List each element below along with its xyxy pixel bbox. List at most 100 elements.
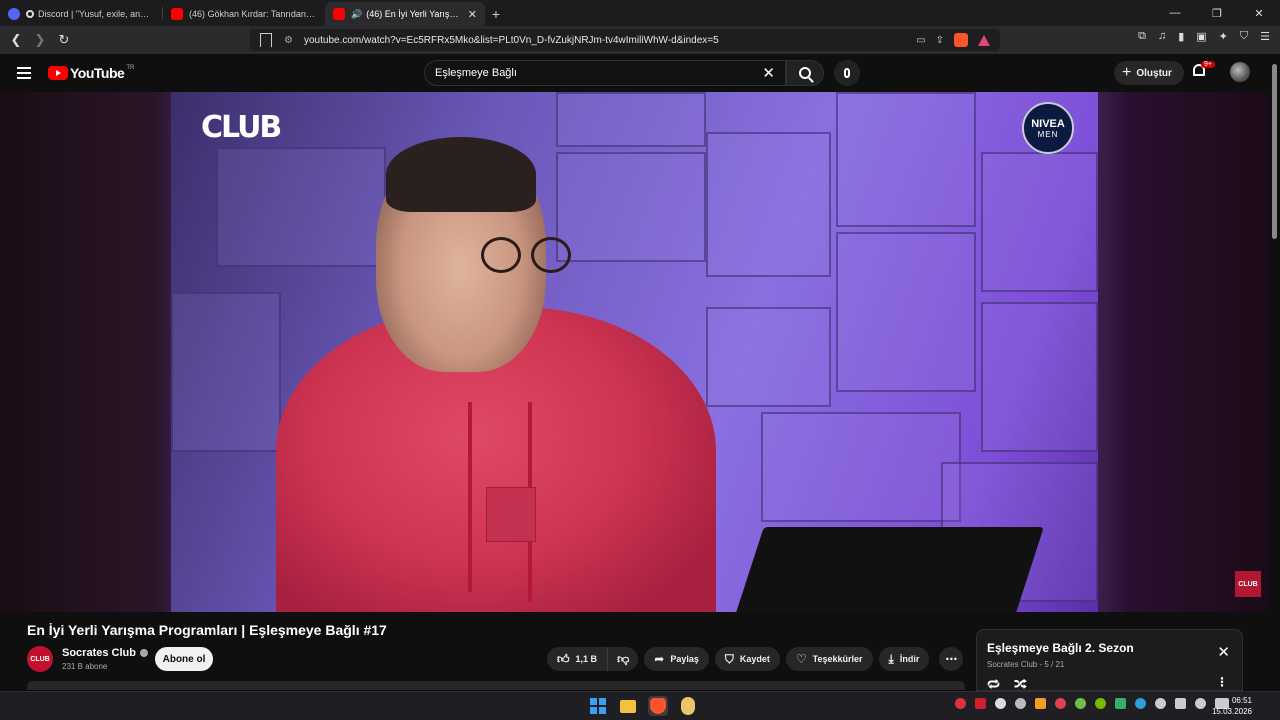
- description-box[interactable]: [27, 681, 965, 690]
- nvidia-icon[interactable]: [1095, 698, 1106, 709]
- tray-app-icon[interactable]: [995, 698, 1006, 709]
- tab-label: (46) Gökhan Kırdar: Tanrıdan Diledim: [189, 9, 317, 19]
- brave-shields-icon[interactable]: [954, 33, 968, 47]
- discord-icon: [8, 8, 20, 20]
- sponsor-bottom-text: MEN: [1037, 129, 1059, 139]
- speaker-icon[interactable]: 🔊: [351, 9, 362, 20]
- tray-app-icon[interactable]: [975, 698, 986, 709]
- wall-tile: [981, 152, 1098, 292]
- scrollbar-thumb[interactable]: [1272, 64, 1277, 239]
- channel-avatar[interactable]: CLUB: [27, 646, 53, 672]
- tray-app-icon[interactable]: [1035, 698, 1046, 709]
- music-icon[interactable]: ♫: [1158, 30, 1166, 43]
- wall-tile: [556, 92, 706, 147]
- notifications-button[interactable]: 9+: [1193, 61, 1215, 80]
- like-count: 1,1 B: [575, 654, 598, 664]
- window-controls: — ❐ ✕: [1154, 0, 1280, 26]
- taskbar-clock[interactable]: 06:51 15.03.2026: [1212, 695, 1252, 717]
- tab-discord[interactable]: Discord | "Yusuf, exile, andisya b: [0, 2, 162, 26]
- app-button[interactable]: [678, 696, 698, 716]
- tray-app-icon[interactable]: [1015, 698, 1026, 709]
- download-label: İndir: [899, 654, 920, 664]
- wallet-icon[interactable]: ▣: [1196, 30, 1206, 43]
- minimize-button[interactable]: —: [1154, 0, 1196, 26]
- vpn-shield-icon[interactable]: ⛉: [1240, 30, 1248, 43]
- tray-app-icon[interactable]: [1055, 698, 1066, 709]
- cast-icon[interactable]: ▭: [916, 35, 925, 46]
- channel-name-text[interactable]: Socrates Club: [62, 647, 136, 659]
- club-watermark: CLUB: [201, 110, 282, 145]
- clear-search-icon[interactable]: ✕: [762, 64, 775, 82]
- playlist-more-icon[interactable]: ⋮: [1216, 675, 1228, 689]
- clock-date: 15.03.2026: [1211, 707, 1252, 716]
- forward-icon[interactable]: ❯: [30, 30, 50, 50]
- site-info-icon[interactable]: ⚙: [284, 35, 298, 46]
- channel-name[interactable]: Socrates Club: [62, 647, 148, 659]
- address-bar[interactable]: ⚙ youtube.com/watch?v=Ec5RFRx5Mko&list=P…: [250, 29, 1000, 51]
- guide-menu-icon[interactable]: [17, 67, 31, 82]
- folder-icon: [620, 699, 636, 713]
- channel-watermark-button[interactable]: CLUB: [1235, 571, 1261, 597]
- person-hair: [386, 137, 536, 212]
- dislike-button[interactable]: 👎︎: [607, 647, 639, 671]
- glasses-shape: [416, 232, 576, 277]
- sponsor-top-text: NIVEA: [1031, 117, 1065, 130]
- youtube-logo[interactable]: YouTube TR: [48, 65, 134, 81]
- thanks-button[interactable]: ♡ Teşekkürler: [785, 647, 873, 671]
- video-player[interactable]: CLUB NIVEA MEN: [171, 92, 1098, 612]
- close-window-button[interactable]: ✕: [1238, 0, 1280, 26]
- search-box[interactable]: ✕: [424, 60, 786, 86]
- like-dislike-group: 👍︎ 1,1 B 👎︎: [547, 647, 639, 671]
- laptop-shape: [728, 527, 1044, 612]
- new-tab-button[interactable]: +: [485, 2, 507, 26]
- tray-app-icon[interactable]: [955, 698, 966, 709]
- bookmark-icon[interactable]: [260, 33, 272, 47]
- volume-icon[interactable]: [1195, 698, 1206, 709]
- tray-app-icon[interactable]: [1075, 698, 1086, 709]
- file-explorer-button[interactable]: [618, 696, 638, 716]
- youtube-icon: [333, 8, 345, 20]
- nivea-men-logo: NIVEA MEN: [1022, 102, 1074, 154]
- search-button[interactable]: [786, 60, 824, 86]
- brave-browser-button[interactable]: [648, 696, 668, 716]
- share-button[interactable]: ➦ Paylaş: [644, 647, 709, 671]
- like-button[interactable]: 👍︎ 1,1 B: [547, 647, 608, 671]
- thanks-heart-icon: ♡: [795, 652, 807, 666]
- page-scrollbar[interactable]: [1270, 54, 1280, 691]
- share-icon: ➦: [654, 652, 665, 666]
- playlist-title[interactable]: Eşleşmeye Bağlı 2. Sezon: [987, 641, 1134, 655]
- tab-youtube-gokhan[interactable]: (46) Gökhan Kırdar: Tanrıdan Diledim: [163, 2, 325, 26]
- tray-app-icon[interactable]: [1115, 698, 1126, 709]
- reload-icon[interactable]: ↻: [54, 30, 74, 50]
- account-avatar[interactable]: [1230, 62, 1250, 82]
- voice-search-button[interactable]: [834, 60, 860, 86]
- network-icon[interactable]: [1175, 698, 1186, 709]
- back-icon[interactable]: ❮: [6, 30, 26, 50]
- share-page-icon[interactable]: ⇪: [936, 35, 944, 46]
- search-icon: [799, 67, 811, 79]
- wall-tile: [171, 292, 281, 452]
- close-tab-icon[interactable]: ✕: [468, 8, 477, 21]
- start-button[interactable]: [588, 696, 608, 716]
- wall-tile: [761, 412, 961, 522]
- leo-ai-icon[interactable]: ✦: [1219, 30, 1228, 43]
- video-title: En İyi Yerli Yarışma Programları | Eşleş…: [27, 622, 387, 638]
- tab-youtube-active[interactable]: 🔊 (46) En İyi Yerli Yarışma Progr ✕: [325, 2, 485, 26]
- screenshot-icon[interactable]: ⧉: [1138, 30, 1146, 43]
- subscribe-button[interactable]: Abone ol: [155, 647, 213, 671]
- menu-icon[interactable]: ☰: [1260, 30, 1270, 43]
- url-text[interactable]: youtube.com/watch?v=Ec5RFRx5Mko&list=PLt…: [304, 35, 916, 46]
- download-button[interactable]: ⤓ İndir: [878, 647, 930, 671]
- create-button[interactable]: + Oluştur: [1114, 61, 1184, 85]
- tab-label: Discord | "Yusuf, exile, andisya b: [38, 9, 154, 19]
- brave-icon: [650, 698, 666, 714]
- save-button[interactable]: ⛉ Kaydet: [714, 647, 780, 671]
- sidebar-icon[interactable]: ▮: [1178, 30, 1184, 43]
- close-playlist-icon[interactable]: ✕: [1217, 643, 1230, 661]
- brave-rewards-icon[interactable]: [978, 34, 990, 46]
- restore-button[interactable]: ❐: [1196, 0, 1238, 26]
- microphone-tray-icon[interactable]: [1155, 698, 1166, 709]
- tray-app-icon[interactable]: [1135, 698, 1146, 709]
- more-actions-button[interactable]: ⋯: [939, 647, 964, 671]
- search-input[interactable]: [435, 67, 735, 79]
